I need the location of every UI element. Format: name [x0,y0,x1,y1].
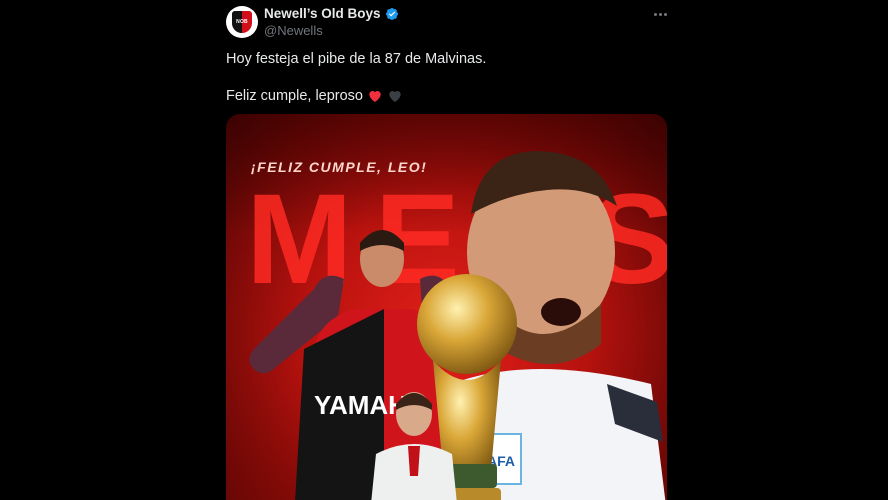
club-crest-icon: NOB [232,11,252,33]
image-banner-text: ¡FELIZ CUMPLE, LEO! [251,159,428,175]
red-heart-icon [369,91,381,102]
tweet-text-line-2: Feliz cumple, leproso [226,88,403,104]
author-row: Newell’s Old Boys [264,6,399,21]
handle[interactable]: @Newells [264,23,323,38]
tweet-text-line-1: Hoy festeja el pibe de la 87 de Malvinas… [226,51,487,67]
tweet-text-line-2-label: Feliz cumple, leproso [226,88,363,104]
more-options-icon[interactable] [650,6,670,22]
crest-text: NOB [236,19,248,25]
tweet-image[interactable]: MESSI ¡FELIZ CUMPLE, LEO! YAMAHA AFA [226,114,667,500]
display-name[interactable]: Newell’s Old Boys [264,6,381,21]
avatar[interactable]: NOB [226,6,258,38]
young-player-figure [371,392,457,500]
tweet: NOB Newell’s Old Boys @Newells Hoy feste… [0,0,888,500]
black-heart-icon [389,91,401,102]
verified-badge-icon [385,7,398,20]
